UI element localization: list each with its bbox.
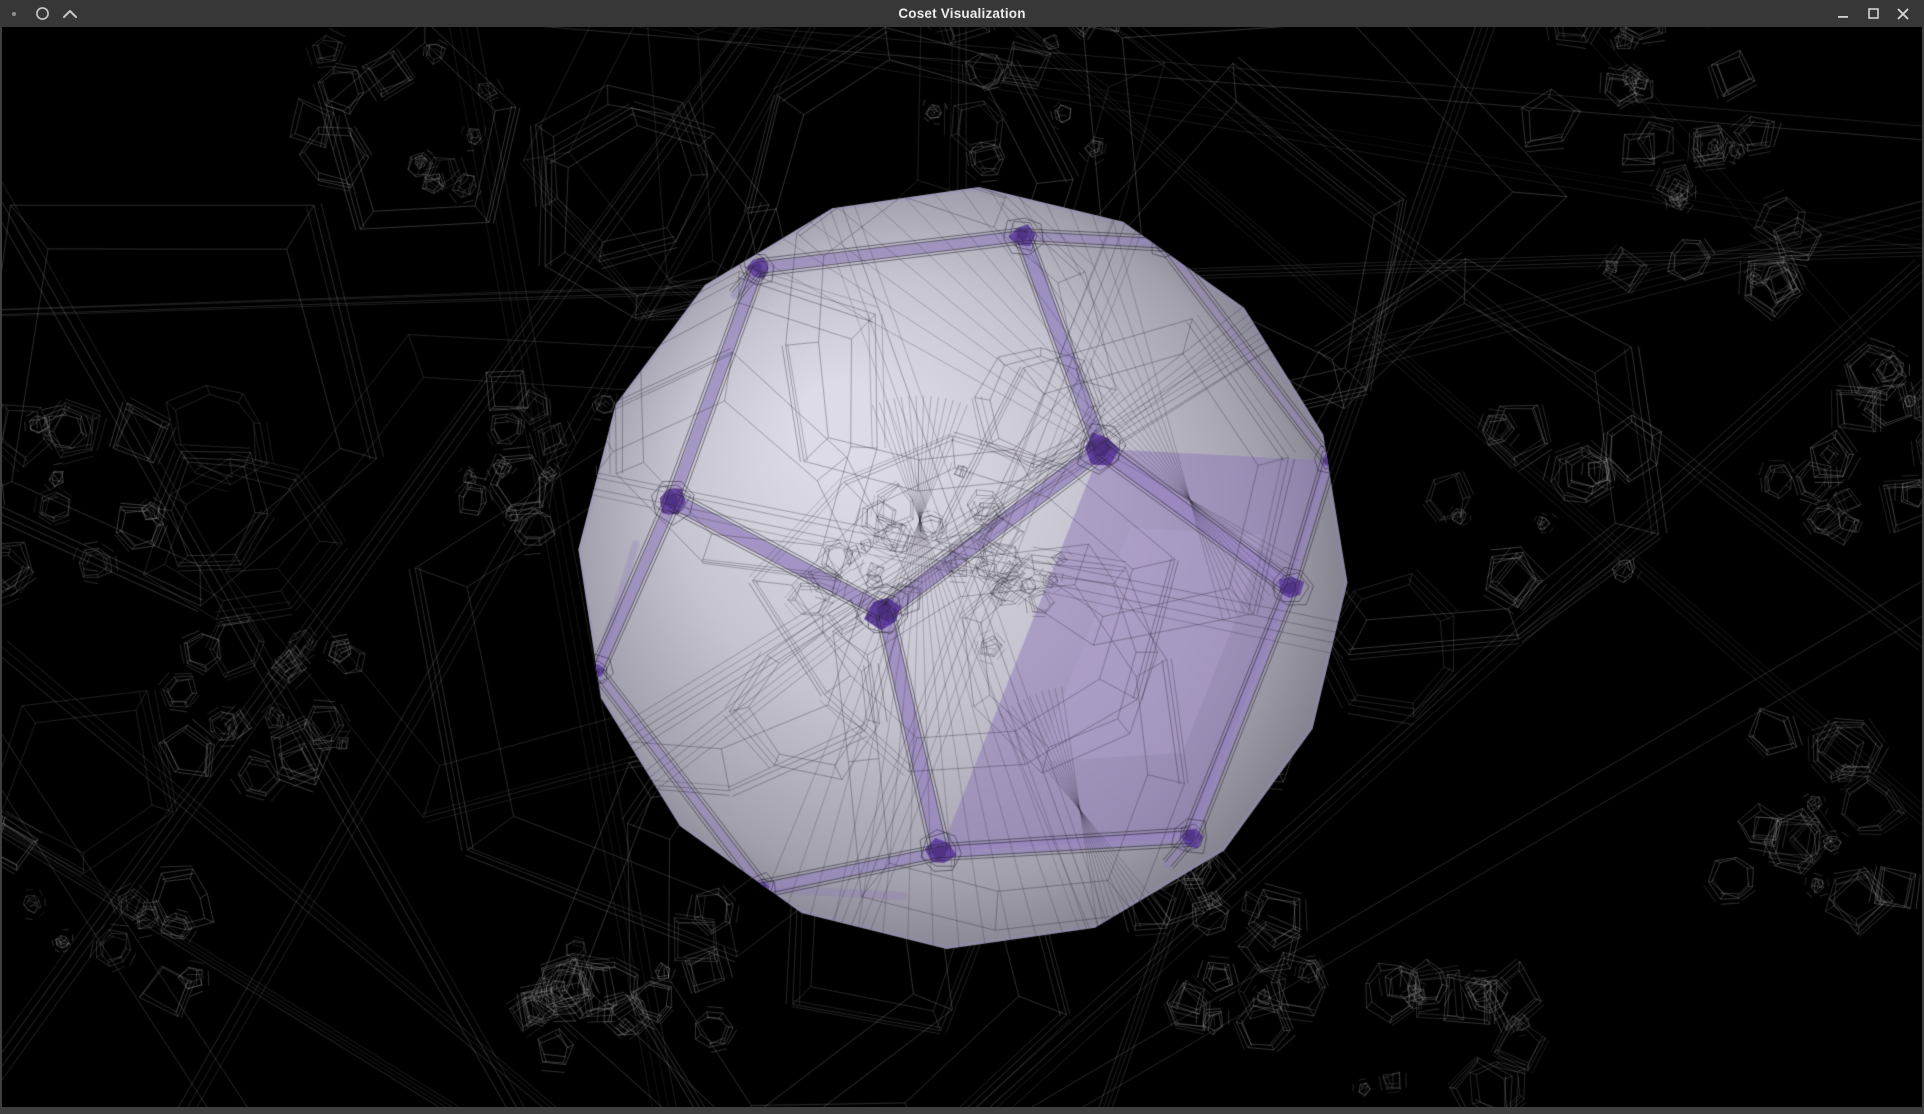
- titlebar: Coset Visualization: [0, 0, 1924, 27]
- minimize-button[interactable]: [1828, 0, 1858, 27]
- window-title: Coset Visualization: [0, 0, 1924, 27]
- window-controls: [1828, 0, 1918, 27]
- viewport: [2, 27, 1922, 1107]
- maximize-button[interactable]: [1858, 0, 1888, 27]
- chevron-up-icon[interactable]: [56, 0, 84, 27]
- viewport-canvas[interactable]: [2, 27, 1922, 1107]
- titlebar-left-icons: [0, 0, 84, 27]
- app-dot-icon[interactable]: [0, 0, 28, 27]
- circle-icon[interactable]: [28, 0, 56, 27]
- close-button[interactable]: [1888, 0, 1918, 27]
- app-window: Coset Visualization: [0, 0, 1924, 1114]
